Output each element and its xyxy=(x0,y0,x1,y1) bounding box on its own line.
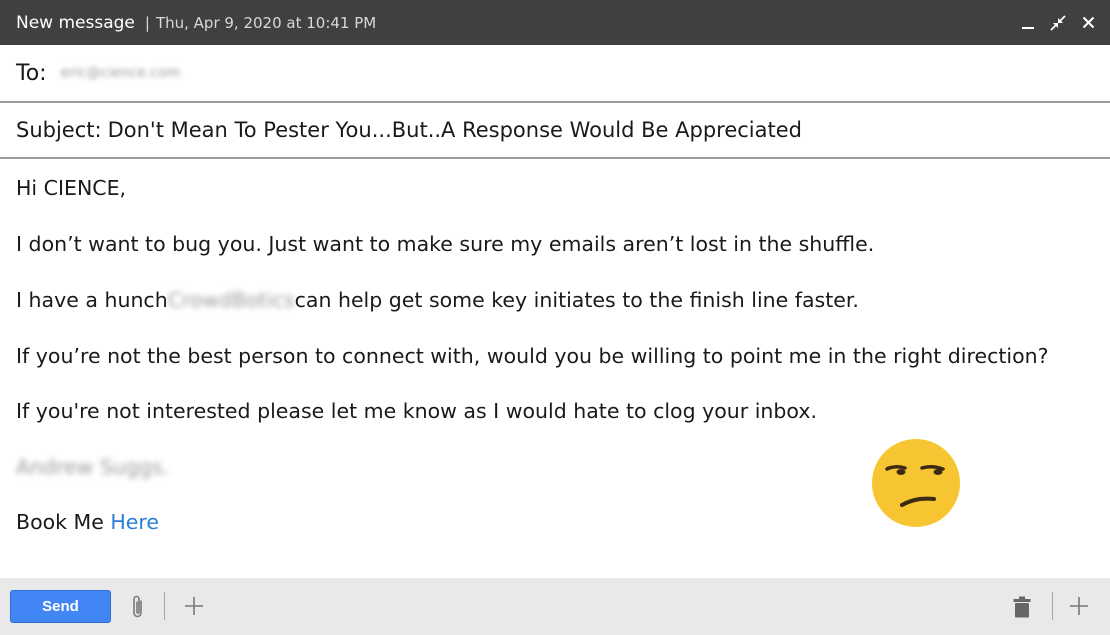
collapse-icon[interactable] xyxy=(1050,14,1066,31)
compose-titlebar: New message | Thu, Apr 9, 2020 at 10:41 … xyxy=(0,0,1110,45)
minimize-icon[interactable] xyxy=(1020,15,1036,31)
body-line-1: I don’t want to bug you. Just want to ma… xyxy=(16,232,875,256)
unamused-face-icon xyxy=(872,439,960,527)
body-line-2: I have a hunchCrowdBoticscan help get so… xyxy=(16,288,859,312)
trash-icon[interactable] xyxy=(1012,595,1032,619)
close-icon[interactable] xyxy=(1080,15,1096,31)
title-separator: | xyxy=(144,13,150,32)
to-field-row: To: eric@cience.com xyxy=(0,45,1110,103)
booking-link[interactable]: Here xyxy=(110,510,159,534)
window-title: New message xyxy=(16,12,135,33)
to-label: To: xyxy=(16,60,47,86)
window-controls xyxy=(1020,0,1096,45)
plus-icon[interactable] xyxy=(183,595,205,617)
message-date: Thu, Apr 9, 2020 at 10:41 PM xyxy=(155,13,377,32)
subject-field-row: Subject: Don't Mean To Pester You...But.… xyxy=(0,103,1110,159)
toolbar-divider-right xyxy=(1052,592,1053,620)
body-line-4: If you're not interested please let me k… xyxy=(16,399,817,423)
body-line-2-suffix: can help get some key initiates to the f… xyxy=(294,288,859,312)
body-line-3: If you’re not the best person to connect… xyxy=(16,344,1049,368)
booking-line: Book Me Here xyxy=(16,510,159,534)
paperclip-icon[interactable] xyxy=(128,592,148,622)
redacted-company-name: CrowdBotics xyxy=(167,288,295,312)
send-button[interactable]: Send xyxy=(10,590,111,623)
booking-prefix: Book Me xyxy=(16,510,104,534)
more-options-plus-icon[interactable] xyxy=(1068,595,1090,617)
greeting-line: Hi CIENCE, xyxy=(16,176,127,200)
signature-name: Andrew Suggs. xyxy=(16,455,170,479)
subject-input[interactable]: Don't Mean To Pester You...But..A Respon… xyxy=(108,118,802,142)
subject-label: Subject: xyxy=(16,118,102,142)
body-line-2-prefix: I have a hunch xyxy=(16,288,168,312)
compose-toolbar: Send xyxy=(0,578,1110,635)
to-input[interactable]: eric@cience.com xyxy=(61,65,181,81)
toolbar-divider xyxy=(164,592,165,620)
